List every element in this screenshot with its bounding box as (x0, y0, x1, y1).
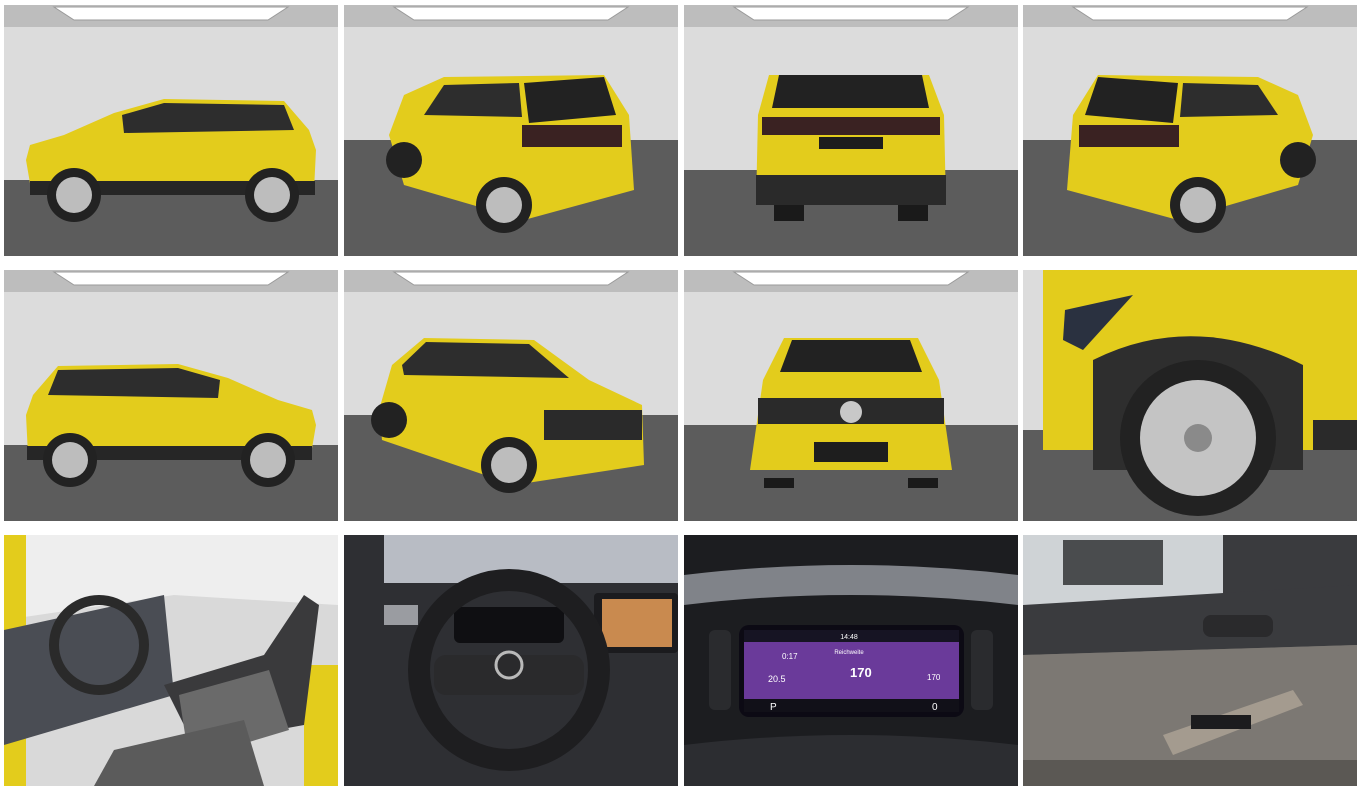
car-rear-left-image (344, 5, 678, 256)
cluster-speed: 0 (932, 702, 938, 713)
car-side-left-image (4, 5, 338, 256)
photo-instrument-cluster[interactable]: 14:48 Reichweite 0:17 20.5 170 170 P 0 (684, 535, 1018, 786)
photo-steering-wheel[interactable] (344, 535, 678, 786)
cluster-consumption: 20.5 (768, 674, 786, 684)
cluster-time: 14:48 (840, 634, 858, 641)
cluster-trip-avg: 0:17 (782, 652, 798, 661)
photo-rear-left[interactable] (344, 5, 678, 256)
car-front-image (684, 270, 1018, 521)
photo-gallery: 14:48 Reichweite 0:17 20.5 170 170 P 0 (0, 0, 1365, 786)
photo-side-right[interactable] (4, 270, 338, 521)
photo-rear-right[interactable] (1023, 5, 1357, 256)
cluster-range-right: 170 (927, 673, 941, 682)
car-front-left-image (344, 270, 678, 521)
cluster-range-label: Reichweite (834, 650, 864, 656)
car-rear-right-image (1023, 5, 1357, 256)
cluster-gear: P (770, 702, 777, 713)
photo-front[interactable] (684, 270, 1018, 521)
photo-wheel-detail[interactable] (1023, 270, 1357, 521)
instrument-cluster-image: 14:48 Reichweite 0:17 20.5 170 170 P 0 (684, 535, 1018, 786)
cluster-range-main: 170 (850, 665, 872, 680)
steering-wheel-image (344, 535, 678, 786)
door-panel-image (1023, 535, 1357, 786)
interior-seats-image (4, 535, 338, 786)
photo-door-panel[interactable] (1023, 535, 1357, 786)
wheel-detail-image (1023, 270, 1357, 521)
photo-front-left[interactable] (344, 270, 678, 521)
photo-rear[interactable] (684, 5, 1018, 256)
photo-side-left[interactable] (4, 5, 338, 256)
car-rear-image (684, 5, 1018, 256)
car-side-right-image (4, 270, 338, 521)
photo-interior-seats[interactable] (4, 535, 338, 786)
